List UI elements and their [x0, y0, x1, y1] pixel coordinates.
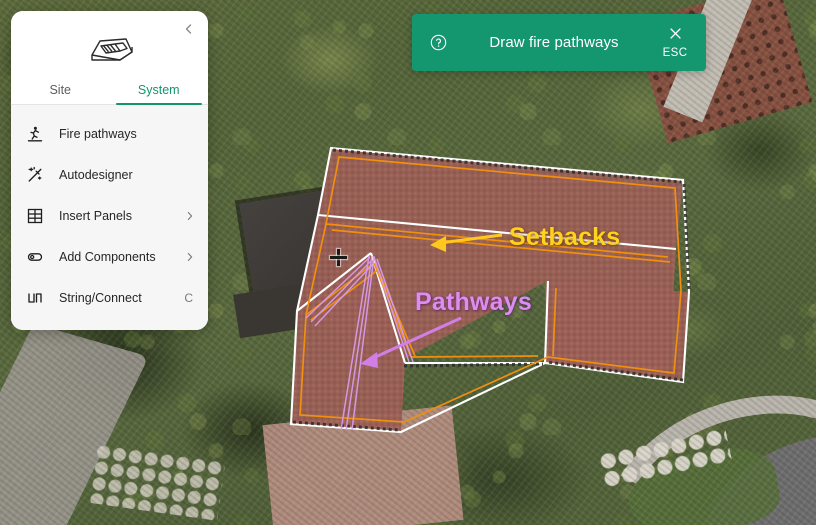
menu-item-label: Insert Panels: [59, 208, 132, 223]
panel-header: [11, 11, 208, 73]
menu-item-insert-panels[interactable]: Insert Panels: [11, 195, 208, 236]
chevron-right-icon: [185, 252, 195, 262]
app-root: Setbacks Pathways Site System Fire pathw…: [0, 0, 816, 525]
menu-item-label: Autodesigner: [59, 167, 133, 182]
tab-site[interactable]: Site: [11, 73, 110, 104]
help-circle-icon[interactable]: [412, 34, 464, 51]
draw-fire-pathways-banner: Draw fire pathways ESC: [412, 14, 706, 71]
grid-panels-icon: [24, 205, 46, 227]
menu-item-label: Fire pathways: [59, 126, 137, 141]
tab-system-label: System: [137, 83, 180, 97]
annotation-setbacks: Setbacks: [509, 223, 621, 251]
menu-item-autodesigner[interactable]: Autodesigner: [11, 154, 208, 195]
fire-pathways-icon: [24, 123, 46, 145]
close-x-icon: [668, 26, 683, 46]
menu-item-label: Add Components: [59, 249, 156, 264]
collapse-panel-button[interactable]: [178, 18, 200, 40]
tab-site-label: Site: [49, 83, 72, 97]
menu-item-fire-pathways[interactable]: Fire pathways: [11, 113, 208, 154]
menu-item-string-connect[interactable]: String/Connect C: [11, 277, 208, 318]
annotation-pathways: Pathways: [415, 288, 532, 316]
panel-menu: Fire pathways Autodesigner Insert Panels…: [11, 105, 208, 330]
tab-system[interactable]: System: [110, 73, 209, 105]
panel-tabs: Site System: [11, 73, 208, 105]
menu-item-shortcut: C: [184, 290, 193, 305]
menu-item-label: String/Connect: [59, 290, 142, 305]
close-banner-button[interactable]: ESC: [644, 14, 706, 71]
component-icon: [24, 246, 46, 268]
menu-item-add-components[interactable]: Add Components: [11, 236, 208, 277]
banner-title: Draw fire pathways: [489, 34, 619, 51]
string-connect-icon: [24, 287, 46, 309]
house-with-solar-panels-icon: [82, 33, 138, 70]
magic-wand-icon: [24, 164, 46, 186]
left-tool-panel: Site System Fire pathways Autodesigner I…: [11, 11, 208, 330]
close-banner-shortcut: ESC: [662, 47, 688, 59]
crosshair-cursor: [330, 249, 347, 266]
chevron-right-icon: [185, 211, 195, 221]
